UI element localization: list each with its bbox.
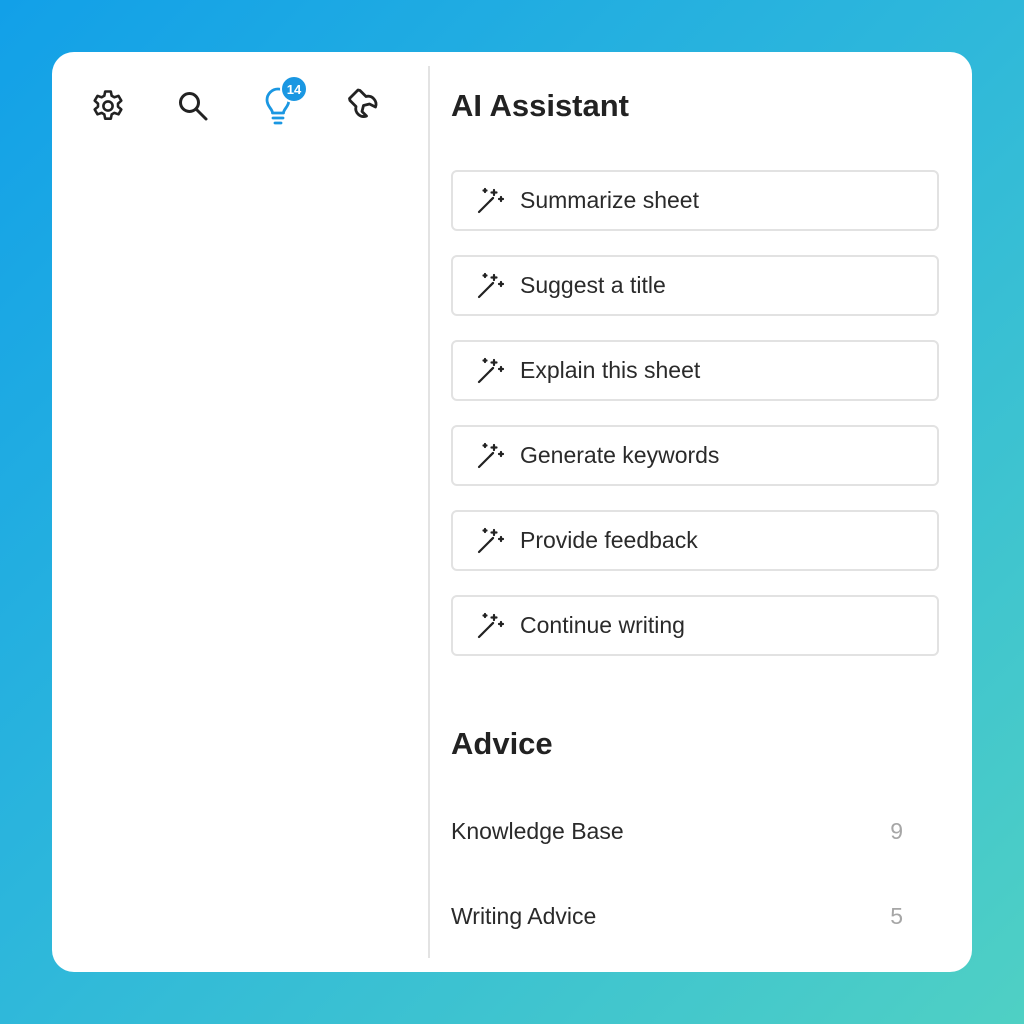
- advice-item-count: 9: [890, 817, 903, 844]
- panel-divider: [428, 66, 430, 958]
- magic-wand-icon: [477, 187, 505, 213]
- magic-wand-icon: [477, 527, 505, 553]
- ai-assistant-panel: AI Assistant Summarize sheet Suggest a t…: [451, 52, 939, 972]
- wrench-icon: [348, 88, 378, 118]
- assistant-actions: Summarize sheet Suggest a title Explain …: [451, 170, 939, 680]
- gear-icon: [93, 90, 123, 120]
- tools-button[interactable]: [341, 84, 385, 128]
- action-label: Explain this sheet: [520, 357, 701, 383]
- action-explain-sheet[interactable]: Explain this sheet: [451, 340, 939, 401]
- action-provide-feedback[interactable]: Provide feedback: [451, 510, 939, 571]
- magic-wand-icon: [477, 357, 505, 383]
- panel-title: AI Assistant: [451, 88, 630, 123]
- action-summarize-sheet[interactable]: Summarize sheet: [451, 170, 939, 231]
- search-icon: [179, 92, 208, 121]
- magic-wand-icon: [477, 612, 505, 638]
- advice-item-knowledge-base[interactable]: Knowledge Base 9: [451, 804, 911, 858]
- action-label: Generate keywords: [520, 442, 720, 468]
- settings-button[interactable]: [86, 84, 130, 128]
- magic-wand-icon: [477, 272, 505, 298]
- advice-title: Advice: [451, 726, 553, 761]
- search-button[interactable]: [171, 84, 215, 128]
- action-label: Suggest a title: [520, 272, 666, 298]
- advice-item-label: Writing Advice: [451, 902, 597, 929]
- app-window: 14 AI Assistant Summarize sheet Suggest …: [52, 52, 972, 972]
- magic-wand-icon: [477, 442, 505, 468]
- toolbar: 14: [52, 52, 428, 162]
- advice-item-label: Knowledge Base: [451, 817, 624, 844]
- action-suggest-title[interactable]: Suggest a title: [451, 255, 939, 316]
- action-label: Continue writing: [520, 612, 685, 638]
- advice-item-count: 5: [890, 902, 903, 929]
- advice-list: Knowledge Base 9 Writing Advice 5: [451, 804, 911, 972]
- action-generate-keywords[interactable]: Generate keywords: [451, 425, 939, 486]
- notification-badge: 14: [280, 75, 308, 103]
- action-label: Summarize sheet: [520, 187, 699, 213]
- action-continue-writing[interactable]: Continue writing: [451, 595, 939, 656]
- action-label: Provide feedback: [520, 527, 698, 553]
- ideas-button[interactable]: 14: [256, 75, 308, 128]
- advice-item-writing-advice[interactable]: Writing Advice 5: [451, 889, 911, 943]
